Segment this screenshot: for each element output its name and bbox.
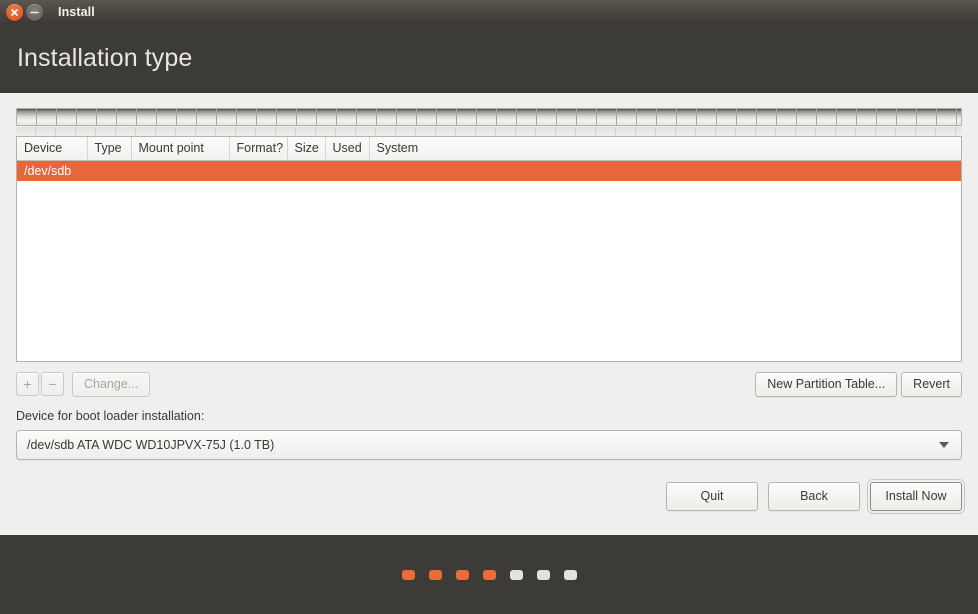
window-titlebar: Install	[0, 0, 978, 24]
cell-device: /dev/sdb	[17, 160, 87, 181]
add-partition-button[interactable]: +	[16, 372, 39, 396]
action-buttons: Quit Back Install Now	[16, 482, 962, 511]
column-header-format[interactable]: Format?	[229, 137, 288, 161]
cell-system	[369, 160, 961, 181]
cell-format	[229, 160, 287, 181]
table-header-row: Device Type Mount point Format? Size Use…	[17, 137, 961, 161]
column-header-used[interactable]: Used	[325, 137, 370, 161]
progress-indicator	[0, 535, 978, 614]
progress-dot	[536, 569, 550, 580]
install-window: Install Installation type Device Type Mo…	[0, 0, 978, 614]
table-row[interactable]: /dev/sdb	[17, 160, 961, 181]
column-header-device[interactable]: Device	[17, 137, 88, 161]
column-header-mount-point[interactable]: Mount point	[131, 137, 230, 161]
minimize-icon[interactable]	[26, 3, 43, 21]
content-area: Device Type Mount point Format? Size Use…	[0, 93, 978, 535]
close-icon[interactable]	[6, 3, 23, 21]
column-header-type[interactable]: Type	[87, 137, 132, 161]
column-header-system[interactable]: System	[369, 137, 961, 161]
progress-dot	[428, 569, 442, 580]
back-button[interactable]: Back	[768, 482, 860, 511]
install-now-button[interactable]: Install Now	[870, 482, 962, 511]
chevron-down-icon	[939, 442, 949, 448]
progress-dot	[563, 569, 577, 580]
progress-dot	[509, 569, 523, 580]
remove-partition-button[interactable]: −	[41, 372, 64, 396]
disk-usage-bar	[16, 108, 962, 136]
bootloader-label: Device for boot loader installation:	[16, 409, 205, 423]
partition-table[interactable]: Device Type Mount point Format? Size Use…	[16, 136, 962, 362]
bootloader-selected-value: /dev/sdb ATA WDC WD10JPVX-75J (1.0 TB)	[27, 438, 275, 452]
new-partition-table-button[interactable]: New Partition Table...	[755, 371, 898, 397]
page-header: Installation type	[0, 24, 978, 93]
disk-usage-strip-reflection	[16, 127, 962, 136]
quit-button[interactable]: Quit	[666, 482, 758, 511]
progress-dot	[401, 569, 415, 580]
change-partition-button[interactable]: Change...	[72, 371, 151, 397]
progress-dot	[455, 569, 469, 580]
progress-dot	[482, 569, 496, 580]
column-header-size[interactable]: Size	[287, 137, 326, 161]
bootloader-device-select[interactable]: /dev/sdb ATA WDC WD10JPVX-75J (1.0 TB)	[16, 430, 962, 460]
cell-mount-point	[131, 160, 229, 181]
cell-size	[287, 160, 325, 181]
revert-button[interactable]: Revert	[901, 371, 962, 397]
partition-toolbar: + − Change... New Partition Table... Rev…	[16, 371, 962, 397]
cell-used	[325, 160, 369, 181]
window-title: Install	[58, 5, 95, 19]
page-title: Installation type	[17, 44, 193, 72]
disk-usage-strip	[16, 108, 962, 126]
cell-type	[87, 160, 131, 181]
